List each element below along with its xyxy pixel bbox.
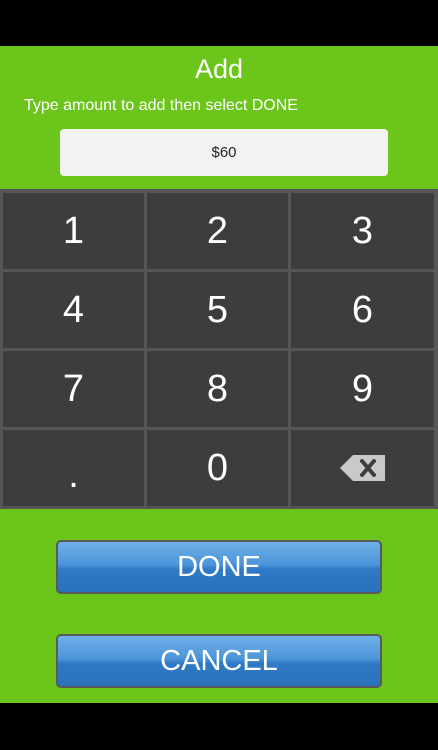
key-decimal[interactable]: .	[3, 430, 144, 506]
amount-value: $60	[211, 144, 237, 161]
key-0[interactable]: 0	[147, 430, 288, 506]
key-label: 7	[62, 368, 85, 410]
backspace-button[interactable]	[291, 430, 434, 506]
key-label: 8	[206, 368, 229, 410]
bottom-bar	[0, 703, 438, 750]
key-label: 9	[351, 368, 374, 410]
key-7[interactable]: 7	[3, 351, 144, 427]
key-label: 0	[206, 447, 229, 489]
status-bar	[0, 0, 438, 46]
done-button[interactable]: DONE	[56, 540, 382, 594]
amount-input[interactable]: $60	[60, 129, 388, 176]
key-2[interactable]: 2	[147, 193, 288, 269]
instruction-text: Type amount to add then select DONE	[24, 97, 298, 114]
numeric-keypad: 1 2 3 4 5 6 7 8 9 . 0	[0, 189, 438, 509]
done-button-label: DONE	[177, 550, 261, 583]
key-3[interactable]: 3	[291, 193, 434, 269]
key-6[interactable]: 6	[291, 272, 434, 348]
key-label: 4	[62, 289, 85, 331]
key-label: 1	[62, 210, 85, 252]
key-label: .	[68, 454, 79, 496]
key-8[interactable]: 8	[147, 351, 288, 427]
key-label: 6	[351, 289, 374, 331]
key-4[interactable]: 4	[3, 272, 144, 348]
backspace-icon	[339, 455, 385, 481]
key-5[interactable]: 5	[147, 272, 288, 348]
key-label: 3	[351, 210, 374, 252]
cancel-button-label: CANCEL	[160, 644, 278, 677]
key-label: 5	[206, 289, 229, 331]
page-title: Add	[194, 54, 244, 84]
cancel-button[interactable]: CANCEL	[56, 634, 382, 688]
key-1[interactable]: 1	[3, 193, 144, 269]
key-label: 2	[206, 210, 229, 252]
key-9[interactable]: 9	[291, 351, 434, 427]
